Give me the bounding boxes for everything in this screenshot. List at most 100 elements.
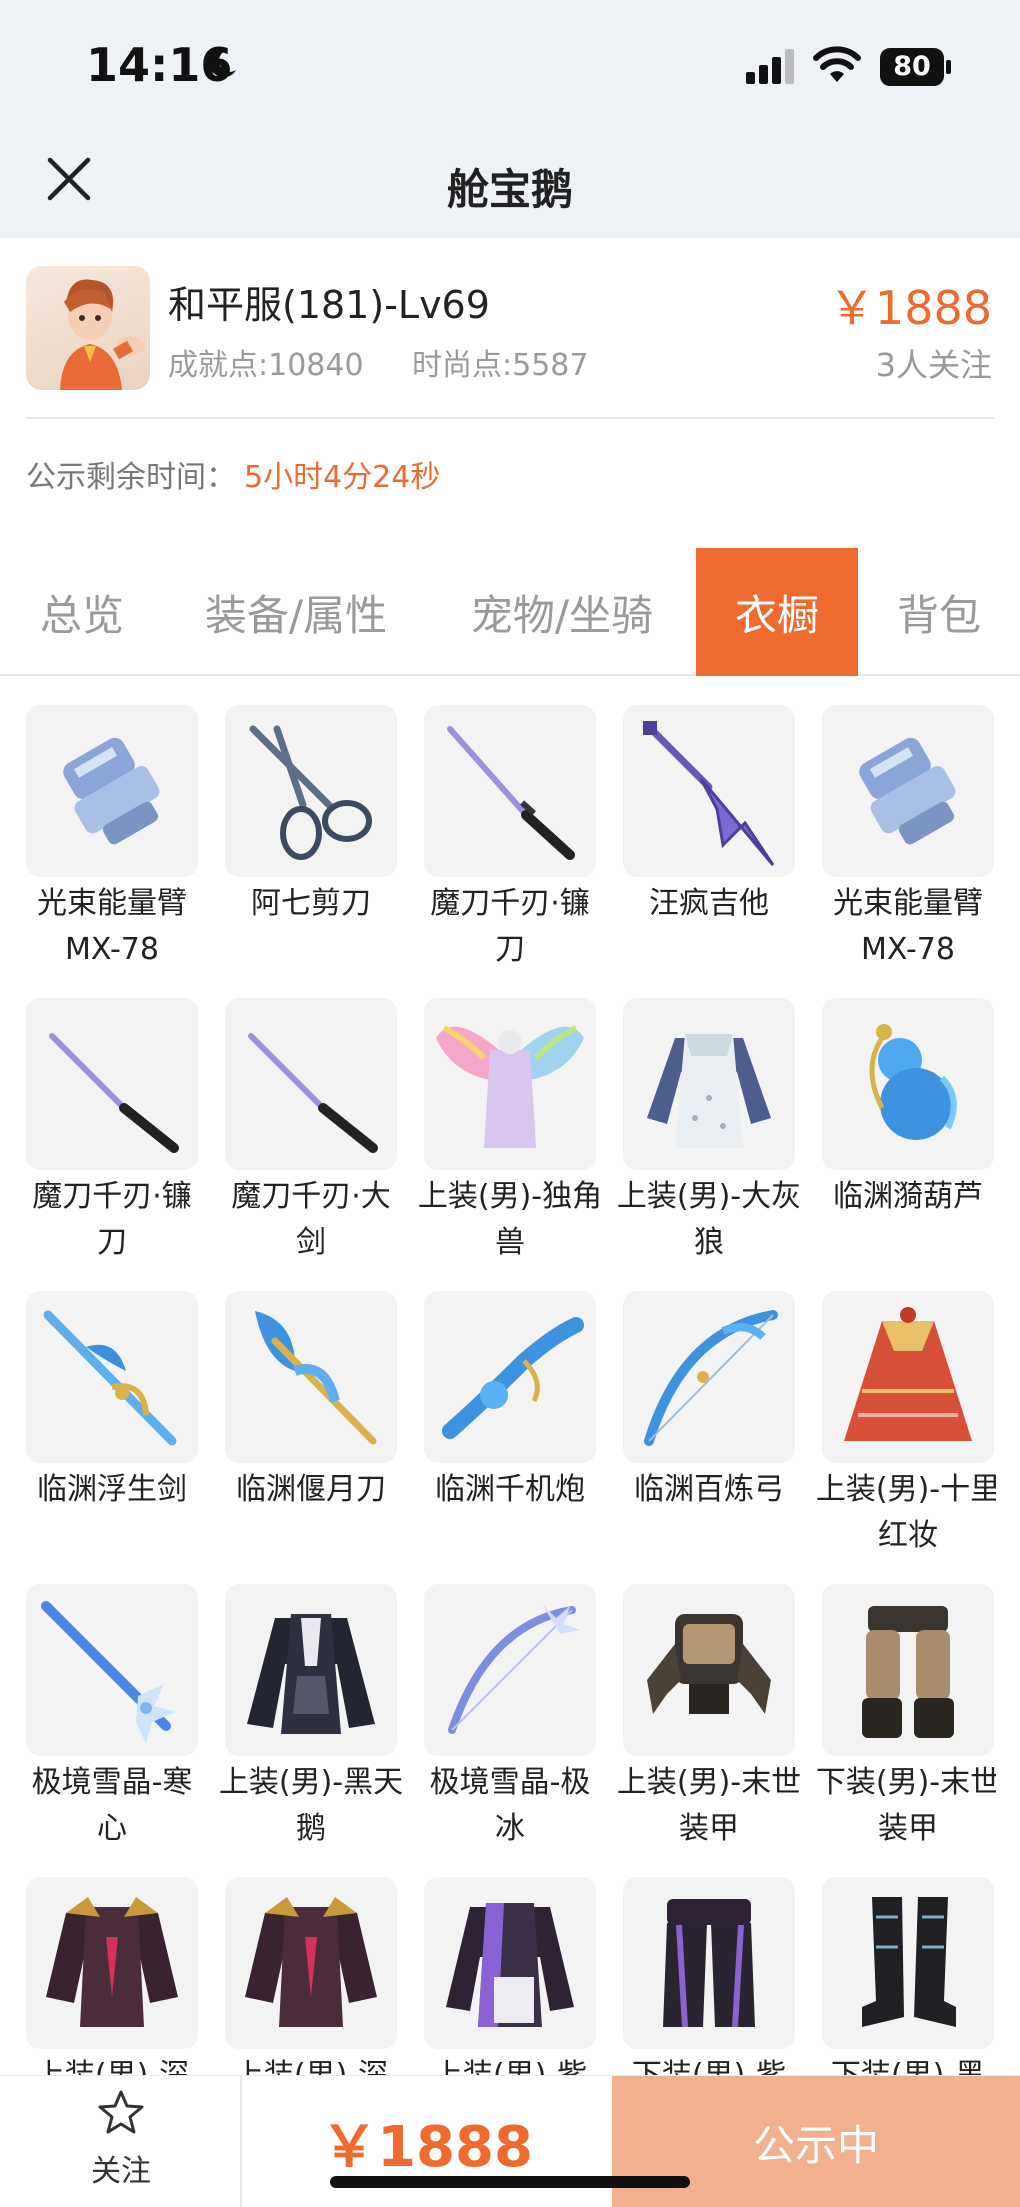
wardrobe-item[interactable]: 上装(男)-末世装甲: [617, 1584, 801, 1874]
battery-icon: 80: [880, 48, 952, 86]
wardrobe-item-name: 临渊百炼弓: [634, 1472, 784, 1507]
wardrobe-item-name: 上装(男)-大灰狼: [616, 1179, 802, 1260]
gauntlet-icon: [822, 705, 994, 877]
purple-pants-icon: [623, 1877, 795, 2049]
follow-label: 关注: [91, 2154, 151, 2189]
red-robe-icon: [822, 1291, 994, 1463]
wardrobe-item[interactable]: 下装(男)-紫: [623, 1877, 795, 2075]
wardrobe-item[interactable]: 极境雪晶-寒心: [26, 1584, 198, 1874]
achievement-points: 成就点:10840: [168, 348, 364, 383]
wardrobe-item[interactable]: 临渊浮生剑: [26, 1291, 198, 1581]
countdown-value: 5小时4分24秒: [244, 460, 441, 495]
wardrobe-item[interactable]: 上装(男)-紫: [424, 1877, 596, 2075]
moon-icon: [209, 49, 236, 78]
signal-icon: [746, 49, 794, 84]
wardrobe-item-name: 下装(男)-紫: [615, 2049, 803, 2075]
dark-armor-icon: [225, 1877, 397, 2049]
character-card[interactable]: 和平服(181)-Lv69 成就点:10840 时尚点:5587 ￥1888 3…: [0, 238, 1020, 418]
countdown-label: 公示剩余时间：: [26, 460, 236, 495]
wardrobe-item-name: 光束能量臂MX-78: [37, 886, 187, 967]
wardrobe-item[interactable]: 极境雪晶-极冰: [424, 1584, 596, 1874]
wardrobe-item[interactable]: 魔刀千刃·镰刀: [26, 998, 198, 1288]
apron-outfit-icon: [623, 998, 795, 1170]
tab-backpack[interactable]: 背包: [858, 548, 1020, 676]
gauntlet-icon: [26, 705, 198, 877]
status-bar: 14:16 80: [0, 0, 1020, 120]
tab-bar: 总览 装备/属性 宠物/坐骑 衣橱 背包: [0, 548, 1020, 676]
water-gourd-icon: [822, 998, 994, 1170]
listing-price: ￥1888: [828, 281, 992, 335]
character-name: 和平服(181)-Lv69: [168, 283, 490, 327]
wardrobe-item-name: 下装(男)-黑: [814, 2049, 996, 2075]
wardrobe-item[interactable]: 上装(男)-深: [225, 1877, 397, 2075]
wardrobe-item[interactable]: 汪疯吉他: [623, 705, 795, 995]
wardrobe-item-name: 临渊漪葫芦: [833, 1179, 983, 1214]
wardrobe-item[interactable]: 上装(男)-黑天鹅: [219, 1584, 403, 1874]
divider: [26, 417, 994, 419]
tab-wardrobe[interactable]: 衣橱: [696, 548, 858, 676]
battery-level: 80: [893, 51, 931, 82]
guitar-icon: [623, 705, 795, 877]
wardrobe-item-name: 阿七剪刀: [251, 886, 371, 921]
wardrobe-item[interactable]: 魔刀千刃·大剑: [225, 998, 397, 1288]
wardrobe-item[interactable]: 临渊漪葫芦: [822, 998, 994, 1288]
wardrobe-item-name: 上装(男)-深: [26, 2049, 206, 2075]
ice-sword-icon: [26, 1584, 198, 1756]
wardrobe-item-name: 汪疯吉他: [649, 886, 769, 921]
wardrobe-item[interactable]: 上装(男)-大灰狼: [617, 998, 801, 1288]
wardrobe-item-name: 下装(男)-末世装甲: [815, 1765, 996, 1846]
wardrobe-item-name: 临渊偃月刀: [236, 1472, 386, 1507]
home-indicator: [330, 2176, 690, 2188]
wardrobe-item-name: 临渊浮生剑: [37, 1472, 187, 1507]
star-icon: [98, 2090, 144, 2134]
ice-bow-icon: [424, 1584, 596, 1756]
wardrobe-item[interactable]: 上装(男)-深: [26, 1877, 198, 2075]
wardrobe-item[interactable]: 上装(男)-十里红妆: [816, 1291, 996, 1581]
wardrobe-item-name: 极境雪晶-寒心: [31, 1765, 193, 1846]
fashion-points: 时尚点:5587: [412, 348, 589, 383]
winged-outfit-icon: [424, 998, 596, 1170]
wardrobe-item[interactable]: 临渊偃月刀: [225, 1291, 397, 1581]
wardrobe-item[interactable]: 临渊百炼弓: [623, 1291, 795, 1581]
wardrobe-item-name: 上装(男)-黑天鹅: [218, 1765, 404, 1846]
water-sword-icon: [26, 1291, 198, 1463]
wardrobe-item[interactable]: 光束能量臂MX-78: [26, 705, 198, 995]
page-title: 舱宝鹅: [446, 165, 573, 214]
wardrobe-item-name: 魔刀千刃·镰刀: [32, 1179, 192, 1260]
wardrobe-item-name: 上装(男)-末世装甲: [616, 1765, 802, 1846]
wardrobe-item[interactable]: 阿七剪刀: [225, 705, 397, 995]
wifi-icon: [813, 46, 861, 82]
follower-count: 3人关注: [875, 346, 992, 384]
water-cannon-icon: [424, 1291, 596, 1463]
katana-icon: [225, 998, 397, 1170]
wardrobe-item[interactable]: 魔刀千刃·镰刀: [424, 705, 596, 995]
wardrobe-item[interactable]: 光束能量臂MX-78: [822, 705, 994, 995]
mech-armor-icon: [623, 1584, 795, 1756]
wardrobe-item[interactable]: 下装(男)-末世装甲: [816, 1584, 996, 1874]
dark-armor-icon: [26, 1877, 198, 2049]
publicity-countdown: 公示剩余时间： 5小时4分24秒: [26, 452, 440, 496]
character-avatar: [26, 266, 150, 390]
wardrobe-item-name: 光束能量臂MX-78: [833, 886, 983, 967]
scissors-icon: [225, 705, 397, 877]
black-boots-icon: [822, 1877, 994, 2049]
tab-pets[interactable]: 宠物/坐骑: [428, 548, 696, 676]
katana-icon: [424, 705, 596, 877]
wardrobe-item-name: 魔刀千刃·大剑: [231, 1179, 391, 1260]
wardrobe-item-name: 临渊千机炮: [435, 1472, 585, 1507]
wardrobe-grid: 光束能量臂MX-78 阿七剪刀 魔刀千刃·镰刀 汪疯吉他 光束能量臂MX-78 …: [26, 705, 996, 2075]
mech-legs-icon: [822, 1584, 994, 1756]
wardrobe-item[interactable]: 临渊千机炮: [424, 1291, 596, 1581]
katana-icon: [26, 998, 198, 1170]
wardrobe-item-name: 魔刀千刃·镰刀: [430, 886, 590, 967]
wardrobe-item[interactable]: 上装(男)-独角兽: [418, 998, 602, 1288]
tab-overview[interactable]: 总览: [0, 548, 164, 676]
wardrobe-item-name: 上装(男)-紫: [416, 2049, 604, 2075]
water-bow-icon: [623, 1291, 795, 1463]
wardrobe-item-name: 上装(男)-独角兽: [417, 1179, 603, 1260]
purple-jacket-icon: [424, 1877, 596, 2049]
follow-button[interactable]: 关注: [0, 2076, 242, 2207]
water-blade-icon: [225, 1291, 397, 1463]
wardrobe-item[interactable]: 下装(男)-黑: [822, 1877, 994, 2075]
tab-equipment[interactable]: 装备/属性: [164, 548, 428, 676]
